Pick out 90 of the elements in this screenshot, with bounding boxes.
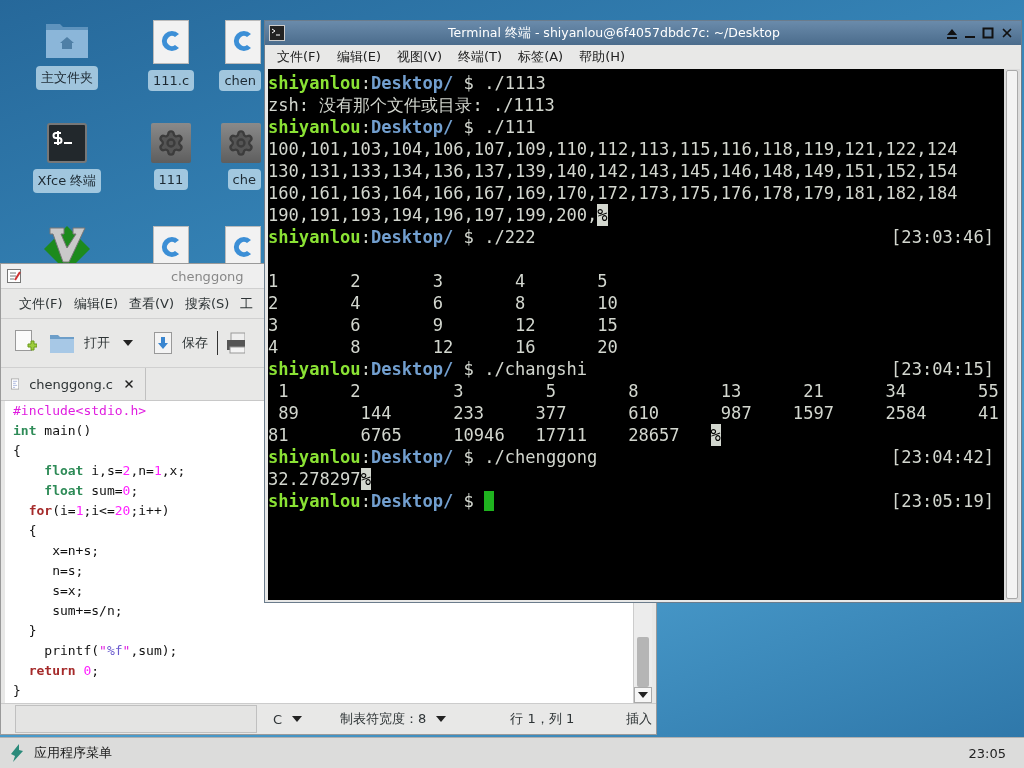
code-line: { [27,522,37,540]
menu-item[interactable]: 视图(V) [397,48,443,66]
timestamp: [23:03:46] [891,226,994,248]
caret-icon [292,716,303,722]
caret-icon [123,340,133,346]
gear-icon [221,123,261,163]
code-line: return 0; [27,662,100,680]
menu-item[interactable]: 搜索(S) [185,294,230,313]
icon-label[interactable]: chen [219,70,261,91]
code-line: s=x; [51,582,84,600]
insert-mode: 插入 [626,710,653,728]
code-line: } [13,682,21,700]
minimize-icon [965,36,975,38]
menu-item[interactable]: 标签(A) [518,48,564,66]
code-line: sum+=s/n; [51,602,123,620]
menu-item[interactable]: 编辑(E) [73,294,118,313]
menu-item[interactable]: 工 [240,294,254,313]
cursor-position: 行 1，列 1 [510,710,575,728]
caret-icon [436,716,447,722]
shell-prompt: shiyanlou:Desktop/ $ ./111 [268,116,536,138]
timestamp: [23:05:19] [891,490,994,512]
timestamp: [23:04:42] [891,446,994,468]
window-title: chenggong [171,268,244,284]
maximize-icon [982,27,994,39]
menu-item[interactable]: 文件(F) [277,48,321,66]
code-line: float i,s=2,n=1,x; [43,462,186,480]
printer-icon [227,332,245,354]
close-tab-button[interactable] [123,378,135,390]
code-line: n=s; [51,562,84,580]
terminal-output: 4 8 12 16 20 [268,336,618,358]
terminal-output: 81 6765 10946 17711 28657 [268,424,681,446]
menu-item[interactable]: 编辑(E) [336,48,381,66]
leaf-icon [10,744,24,762]
menu-item[interactable]: 查看(V) [129,294,175,313]
code-line: #include<stdio.h> [13,402,147,420]
text-file-icon [11,376,20,392]
shell-prompt: shiyanlou:Desktop/ $ ./changshi [268,358,588,380]
open-button[interactable]: 打开 [46,331,114,355]
terminal-output: 160,161,163,164,166,167,169,170,172,173,175,176,178,179,181,182,184 [268,182,958,204]
language-dropdown[interactable]: C [267,710,309,728]
save-button[interactable]: 保存 [150,330,212,356]
timestamp: [23:04:15] [891,358,994,380]
icon-label[interactable]: Xfce 终端 [32,169,102,193]
down-arrow-icon [638,692,648,698]
terminal-output: 2 4 6 8 10 [268,292,618,314]
terminal-output: 32.278297 [268,468,361,490]
shell-prompt: shiyanlou:Desktop/ $ ./chenggong [268,446,598,468]
notepad-icon [7,269,21,283]
c-file-icon [153,20,189,64]
end-marker: % [710,424,721,446]
terminal-output: 1 2 3 4 5 [268,270,608,292]
menu-item[interactable]: 终端(T) [458,48,503,66]
terminal-output: 100,101,103,104,106,107,109,110,112,113,115,116,118,119,121,122,124 [268,138,958,160]
code-line: { [13,442,21,460]
end-marker: % [360,468,371,490]
shell-prompt: shiyanlou:Desktop/ $ ./222 [268,226,536,248]
folder-icon [50,333,74,353]
tab-width-dropdown[interactable]: 制表符宽度：8 [334,709,453,729]
icon-label[interactable]: 111 [153,169,189,190]
terminal-output: 190,191,193,194,196,197,199,200, [268,204,598,226]
code-line: for(i=1;i<=20;i++) [27,502,170,520]
terminal-output: 130,131,133,134,136,137,139,140,142,143,145,146,148,149,151,152,154 [268,160,958,182]
gear-icon [151,123,191,163]
terminal-output: 1 2 3 5 8 13 21 34 55 [277,380,999,402]
scrollbar[interactable] [1004,69,1020,600]
terminal-output: zsh: 没有那个文件或目录: ./1113 [268,94,555,116]
shell-prompt: shiyanlou:Desktop/ $ [268,490,475,512]
icon-label[interactable]: che [227,169,261,190]
window-title: Terminal 终端 - shiyanlou@6f4057dbdc7c: ~/Desktop [447,24,781,42]
icon-label[interactable]: 111.c [147,70,195,91]
shade-icon [946,27,958,39]
terminal-icon [269,25,285,41]
menu-item[interactable]: 帮助(H) [579,48,626,66]
applications-menu-button[interactable]: 应用程序菜单 [10,744,112,762]
code-line: } [27,622,37,640]
scrollbar-thumb[interactable] [637,637,649,687]
clock: 23:05 [968,745,1006,761]
menu-item[interactable]: 文件(F) [19,294,63,313]
terminal-output: 3 6 9 12 15 [268,314,618,336]
c-file-icon [225,20,261,64]
icon-label[interactable]: 主文件夹 [36,66,98,90]
scroll-down-button[interactable] [634,687,652,703]
code-line: float sum=0; [43,482,139,500]
end-marker: % [597,204,608,226]
terminal-icon [47,123,87,163]
code-line: int main() [13,422,92,440]
terminal-output: 89 144 233 377 610 987 1597 2584 41 [277,402,999,424]
code-line: x=n+s; [51,542,100,560]
shell-prompt: shiyanlou:Desktop/ $ ./1113 [268,72,546,94]
code-line: printf("%f",sum); [43,642,178,660]
